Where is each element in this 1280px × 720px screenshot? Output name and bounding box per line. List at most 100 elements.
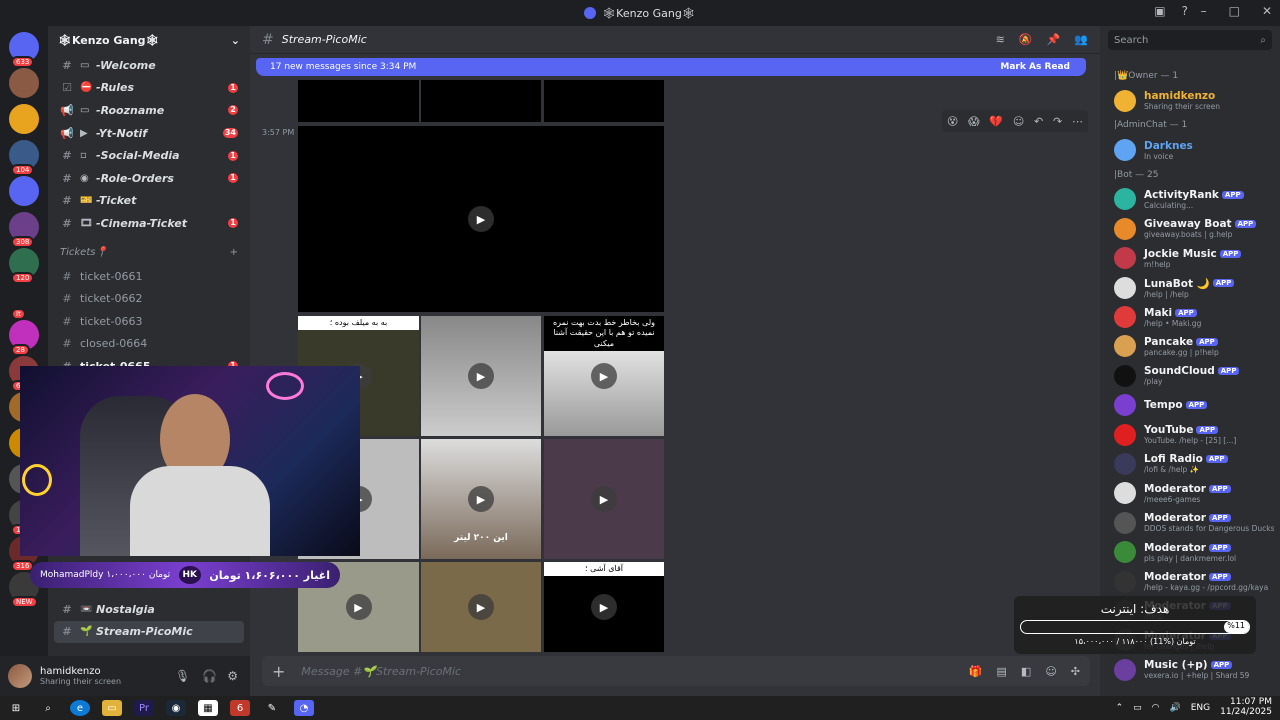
tray-app-icon[interactable]: ▭ [1133,703,1142,713]
clock[interactable]: 11:07 PM 11/24/2025 [1220,697,1272,718]
channel-item[interactable]: 📢 ▶ -Yt-Notif 34 [48,122,250,145]
search-icon[interactable]: ⌕ [1260,35,1266,46]
play-icon[interactable]: ▶ [591,594,617,620]
server-icon[interactable]: 120 [9,248,39,284]
channel-item[interactable]: # 🎞 -Cinema-Ticket 1 [48,212,250,235]
play-icon[interactable]: ▶ [468,486,494,512]
server-header[interactable]: 🕸Kenzo Gang🕸 ⌄ [48,26,250,54]
app-icon[interactable]: 6 [230,700,250,716]
member-item[interactable]: Music (+p) APP vexera.io | +help | Shard 5… [1100,655,1280,684]
steam-icon[interactable]: ◉ [166,700,186,716]
premiere-icon[interactable]: Pr [134,700,154,716]
member-item[interactable]: YouTube APP YouTube. /help - [25] [...] [1100,420,1280,449]
video-tile[interactable]: ولی بخاطر خط بدت بهت نمره نمیده تو هم با… [544,316,664,436]
mute-icon[interactable]: 🔕 [1019,33,1033,46]
reply-icon[interactable]: ↶ [1034,115,1043,128]
video-tile[interactable] [421,80,541,122]
member-item[interactable]: LunaBot 🌙 APP/help | /help [1100,273,1280,302]
member-item[interactable]: Jockie Music APP m!help [1100,244,1280,273]
gif-icon[interactable]: ▤ [997,665,1007,678]
member-item[interactable]: Pancake APP pancake.gg | p!help [1100,332,1280,361]
more-icon[interactable]: ⋯ [1072,115,1083,128]
explorer-icon[interactable]: ▭ [102,700,122,716]
windows-start-icon[interactable]: ⊞ [6,700,26,716]
close-button[interactable]: ✕ [1262,4,1272,18]
microphone-icon[interactable]: 🎙 [175,669,190,683]
play-icon[interactable]: ▶ [345,594,372,620]
play-icon[interactable]: ▶ [591,486,617,512]
member-item[interactable]: Moderator APP/meee6-games [1100,479,1280,508]
video-tile[interactable]: آقای آشی ؛ ▶ [544,562,664,652]
server-icon[interactable] [9,176,39,206]
member-item[interactable]: Maki APP/help • Maki.gg [1100,302,1280,331]
plus-icon[interactable]: + [230,247,238,258]
app-icon[interactable]: ✎ [262,700,282,716]
channel-item[interactable]: # ◉ -Role-Orders 1 [48,167,250,190]
video-tile[interactable]: ▶ [421,562,541,652]
forward-icon[interactable]: ↷ [1053,115,1062,128]
ticket-channel[interactable]: # ticket-0663 [48,310,250,333]
member-item[interactable]: Lofi Radio APP/lofi & /help ✨ [1100,449,1280,478]
channel-item[interactable]: # 🌱 Stream-PicoMic [54,620,244,644]
threads-icon[interactable]: ≋ [996,33,1005,46]
channel-item[interactable]: # ▭ -Welcome [48,54,250,77]
channel-item[interactable]: # 📼 Nostalgia [48,598,250,621]
reaction-icon[interactable]: 😱 [968,115,979,128]
help-icon[interactable]: ? [1182,4,1188,18]
members-icon[interactable]: 👥 [1074,33,1088,46]
member-item[interactable]: hamidkenzo Sharing their screen [1100,86,1280,115]
member-item[interactable]: ActivityRank APP Calculating... [1100,185,1280,214]
member-item[interactable]: Giveaway Boat APP giveaway.boats | g.help [1100,214,1280,243]
mark-as-read-button[interactable]: Mark As Read [1000,62,1070,72]
edge-icon[interactable]: e [70,700,90,716]
minimize-button[interactable]: – [1201,4,1207,18]
channel-item[interactable]: # ▫ -Social-Media 1 [48,144,250,167]
video-tile[interactable] [544,80,664,122]
ticket-channel[interactable]: # ticket-0662 [48,287,250,310]
ticket-channel[interactable]: # ticket-0661 [48,265,250,288]
member-item[interactable]: Darknes In voice [1100,135,1280,164]
store-icon[interactable]: ▦ [198,700,218,716]
server-icon[interactable]: It [9,284,39,320]
maximize-button[interactable]: □ [1229,4,1240,18]
server-icon[interactable] [9,68,39,98]
server-icon[interactable] [9,104,39,134]
message-input[interactable]: Message #🌱Stream-PicoMic [301,665,968,678]
channel-item[interactable]: ☑ ⛔ -Rules 1 [48,77,250,100]
ticket-channel[interactable]: # closed-0664 [48,333,250,356]
search-input[interactable]: Search [1114,35,1260,46]
server-icon[interactable]: 308 [9,212,39,248]
video-tile[interactable]: ▶ [421,316,541,436]
play-icon[interactable]: ▶ [468,363,494,389]
emoji-icon[interactable]: ☺ [1045,665,1056,678]
channel-item[interactable]: 📢 ▭ -Roozname 2 [48,99,250,122]
avatar[interactable] [8,664,32,688]
play-icon[interactable]: ▶ [591,363,617,389]
play-icon[interactable]: ▶ [468,594,494,620]
inbox-icon[interactable]: ▣ [1154,4,1165,18]
tray-chevron-icon[interactable]: ⌃ [1116,703,1124,713]
video-tile[interactable]: ▶ [298,126,664,312]
reaction-icon[interactable]: 💔 [989,115,1003,128]
server-icon[interactable]: 28 [9,320,39,356]
pin-icon[interactable]: 📌 [1047,33,1061,46]
member-item[interactable]: SoundCloud APP/play [1100,361,1280,390]
language-indicator[interactable]: ENG [1191,703,1210,713]
member-item[interactable]: Moderator APP pls play | dankmemer.lol [1100,537,1280,566]
server-icon[interactable]: 104 [9,140,39,176]
video-tile[interactable]: ▶ این ۲۰۰ لیتر [421,439,541,559]
server-icon[interactable]: 633 [9,32,39,68]
new-messages-bar[interactable]: 17 new messages since 3:34 PM Mark As Re… [256,58,1086,76]
channel-item[interactable]: # 🎫 -Ticket [48,190,250,213]
volume-icon[interactable]: 🔊 [1170,703,1181,713]
reaction-icon[interactable]: 😵 [947,115,958,128]
member-item[interactable]: Moderator APP/help - kaya.gg - /ppcord.gg… [1100,567,1280,596]
discord-icon[interactable]: ◔ [294,700,314,716]
member-item[interactable]: Moderator APP DDOS stands for Dangerous Du… [1100,508,1280,537]
search-bar[interactable]: Search ⌕ [1108,30,1272,50]
apps-icon[interactable]: ✣ [1071,665,1080,678]
play-icon[interactable]: ▶ [468,206,494,232]
headphones-icon[interactable]: 🎧 [202,669,217,683]
plus-icon[interactable]: + [272,662,285,681]
video-tile[interactable]: ▶ [544,439,664,559]
